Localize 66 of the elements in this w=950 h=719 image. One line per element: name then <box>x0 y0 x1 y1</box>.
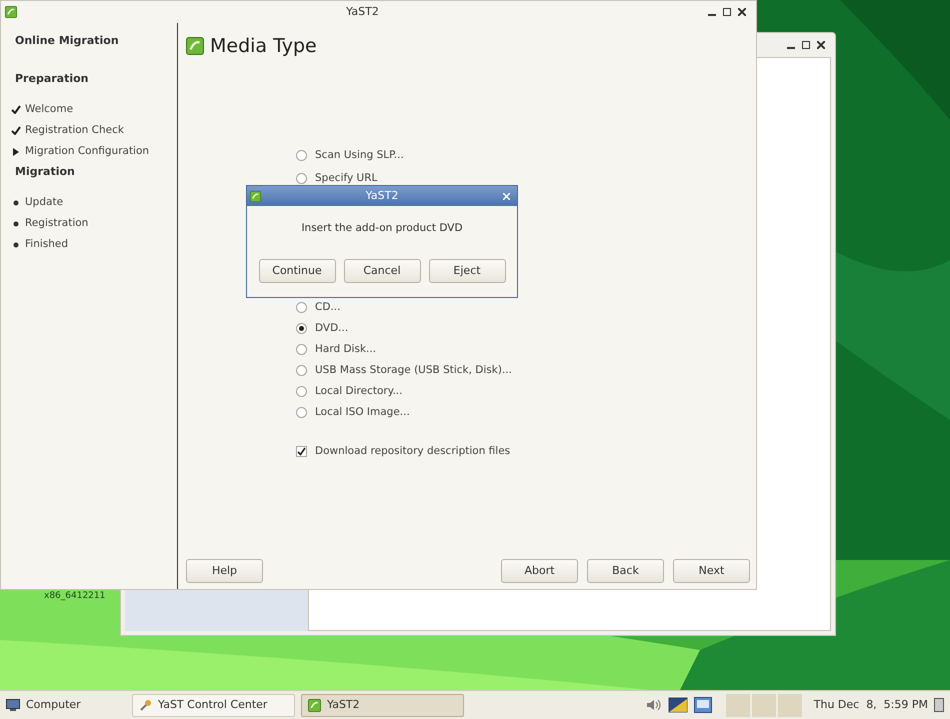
desktop-label: x86_6412211 <box>44 590 106 603</box>
calendar-icon[interactable] <box>934 698 944 712</box>
radio-button[interactable] <box>296 302 307 313</box>
option-label: Local ISO Image... <box>315 404 410 420</box>
dialog-button[interactable]: Continue <box>258 258 336 283</box>
check-icon <box>11 126 21 135</box>
nav-button[interactable]: Back <box>587 559 664 583</box>
option-label: Local Directory... <box>315 384 402 399</box>
wrench-icon <box>139 698 152 712</box>
clock[interactable]: Thu Dec 8, 5:59 PM <box>814 696 928 714</box>
page-title: Media Type <box>210 34 317 59</box>
option-label: USB Mass Storage (USB Stick, Disk)... <box>315 362 512 378</box>
tray-slot <box>778 694 802 716</box>
radio-button[interactable] <box>296 323 307 334</box>
dialog-button[interactable]: Eject <box>428 258 506 283</box>
step-label: Registration Check <box>25 122 124 138</box>
dialog-title: YaST2 <box>364 188 400 204</box>
window-title: YaST2 <box>345 4 380 20</box>
triangle-icon <box>12 148 20 156</box>
dialog-button[interactable]: Cancel <box>344 258 420 283</box>
tray-slot <box>752 694 776 716</box>
speaker-icon[interactable] <box>646 699 662 711</box>
maximize-icon[interactable] <box>723 8 731 16</box>
maximize-icon[interactable] <box>802 41 810 49</box>
bullet-icon <box>13 200 19 206</box>
option-label: DVD... <box>315 320 348 336</box>
close-icon[interactable] <box>817 41 825 49</box>
sidebar-title: Online Migration <box>15 33 120 49</box>
section-heading: Preparation <box>15 71 90 87</box>
option-label: Specify URL <box>315 170 378 186</box>
checkbox[interactable] <box>296 446 307 457</box>
close-icon[interactable] <box>738 8 746 16</box>
check-icon <box>11 105 21 114</box>
app-icon <box>308 698 321 712</box>
radio-button[interactable] <box>296 365 307 376</box>
radio-button[interactable] <box>296 150 307 161</box>
option-label: CD... <box>315 300 340 315</box>
bullet-icon <box>13 242 19 248</box>
dialog-message: Insert the add-on product DVD <box>300 221 464 236</box>
section-heading: Migration <box>15 164 76 180</box>
bullet-icon <box>13 220 19 226</box>
page-icon <box>186 37 204 55</box>
option-label: Scan Using SLP... <box>315 148 404 163</box>
nav-button[interactable]: Abort <box>501 559 578 583</box>
help-button[interactable]: Help <box>186 559 263 583</box>
radio-button[interactable] <box>296 407 307 418</box>
start-label[interactable]: Computer <box>26 696 81 714</box>
tray-slot <box>726 694 750 716</box>
app-icon <box>5 6 17 18</box>
task-button[interactable]: YaST2 <box>301 694 464 716</box>
task-button[interactable]: YaST Control Center <box>132 694 295 716</box>
step-label: Migration Configuration <box>25 144 150 159</box>
monitor-icon[interactable] <box>694 697 712 713</box>
step-label: Welcome <box>25 102 74 117</box>
step-label: Update <box>25 194 64 210</box>
network-icon[interactable] <box>668 697 688 713</box>
step-label: Finished <box>25 236 68 252</box>
radio-button[interactable] <box>296 173 307 184</box>
computer-icon[interactable] <box>6 699 20 711</box>
checkbox-label: Download repository description files <box>315 444 510 459</box>
radio-button[interactable] <box>296 386 307 397</box>
option-label: Hard Disk... <box>315 342 376 357</box>
step-label: Registration <box>25 216 88 231</box>
radio-button[interactable] <box>296 344 307 355</box>
app-icon <box>250 190 261 202</box>
nav-button[interactable]: Next <box>673 559 750 583</box>
